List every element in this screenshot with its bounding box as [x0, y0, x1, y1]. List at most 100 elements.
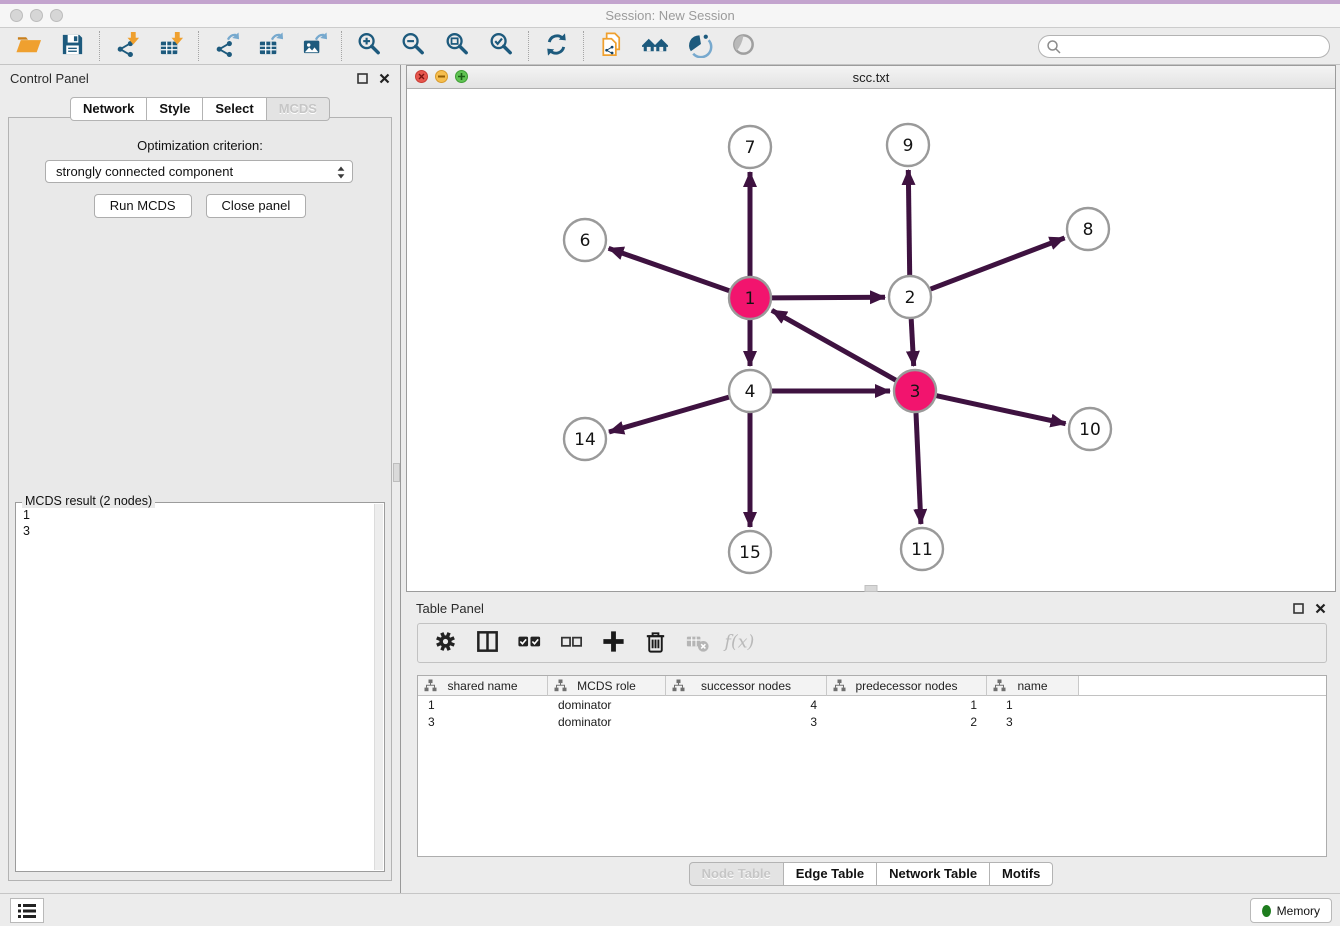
- zoom-selected-icon: [488, 31, 515, 61]
- import-table-icon: [158, 31, 185, 61]
- cell-name: 1: [987, 698, 1079, 712]
- save-session-button[interactable]: [50, 30, 94, 63]
- tab-style[interactable]: Style: [147, 97, 203, 121]
- zoom-selected-button[interactable]: [479, 30, 523, 63]
- zoom-in-button[interactable]: [347, 30, 391, 63]
- task-history-button[interactable]: [10, 898, 44, 923]
- result-scrollbar[interactable]: [374, 504, 383, 870]
- close-panel-icon[interactable]: [379, 73, 390, 84]
- export-table-icon: [257, 31, 284, 61]
- zoom-out-button[interactable]: [391, 30, 435, 63]
- mcds-result-list: 13: [16, 505, 372, 871]
- node-label-4: 4: [745, 382, 756, 402]
- toolbar-separator: [198, 31, 199, 61]
- close-table-panel-icon[interactable]: [1315, 603, 1326, 614]
- memory-button[interactable]: Memory: [1250, 898, 1332, 923]
- cell-shared-name: 3: [418, 715, 548, 729]
- status-bar: Memory: [0, 893, 1340, 926]
- edge-2-8[interactable]: [931, 238, 1065, 289]
- import-network-button[interactable]: [105, 30, 149, 63]
- edge-3-11[interactable]: [916, 413, 921, 524]
- toolbar-separator: [99, 31, 100, 61]
- uncheck-pair-icon: [558, 628, 585, 658]
- new-network-from-selection-button[interactable]: [589, 30, 633, 63]
- search-input[interactable]: [1065, 37, 1319, 56]
- show-column-button[interactable]: [474, 630, 501, 657]
- network-window-titlebar[interactable]: scc.txt: [407, 66, 1335, 89]
- zoom-fit-button[interactable]: [435, 30, 479, 63]
- save-icon: [59, 31, 86, 61]
- node-label-6: 6: [580, 231, 591, 251]
- style-button[interactable]: [677, 30, 721, 63]
- node-label-3: 3: [910, 382, 921, 402]
- network-canvas[interactable]: 7968124314101511: [407, 90, 1335, 591]
- tab-network[interactable]: Network: [70, 97, 147, 121]
- float-table-panel-icon[interactable]: [1293, 603, 1304, 614]
- column-header-MCDS-role[interactable]: MCDS role: [548, 676, 666, 696]
- deselect-all-rows-button[interactable]: [558, 630, 585, 657]
- criterion-select[interactable]: strongly connected component: [45, 160, 353, 183]
- splitter-handle[interactable]: [393, 463, 400, 482]
- network-graph[interactable]: 7968124314101511: [407, 90, 1335, 592]
- node-label-9: 9: [903, 136, 914, 156]
- network-resize-handle[interactable]: [865, 585, 878, 592]
- open-session-button[interactable]: [6, 30, 50, 63]
- column-header-name[interactable]: name: [987, 676, 1079, 696]
- cell-shared-name: 1: [418, 698, 548, 712]
- column-tree-icon: [672, 679, 685, 695]
- desktop-accent-strip: [0, 0, 1340, 4]
- tab-select[interactable]: Select: [203, 97, 266, 121]
- eye-icon: [730, 31, 757, 61]
- run-mcds-button[interactable]: Run MCDS: [94, 194, 192, 218]
- tab-motifs[interactable]: Motifs: [990, 862, 1053, 886]
- cell-predecessor-nodes: 2: [827, 715, 987, 729]
- select-all-rows-button[interactable]: [516, 630, 543, 657]
- first-neighbors-button[interactable]: [633, 30, 677, 63]
- toolbar-separator: [583, 31, 584, 61]
- export-network-icon: [213, 31, 240, 61]
- tab-network-table[interactable]: Network Table: [877, 862, 990, 886]
- tab-edge-table[interactable]: Edge Table: [784, 862, 877, 886]
- show-graphics-details-button[interactable]: [721, 30, 765, 63]
- table-row[interactable]: 1dominator411: [418, 697, 1326, 713]
- tab-node-table[interactable]: Node Table: [689, 862, 784, 886]
- edge-1-2[interactable]: [772, 297, 885, 298]
- edge-1-6[interactable]: [609, 248, 730, 290]
- zoom-in-icon: [356, 31, 383, 61]
- main-toolbar: [0, 28, 1340, 65]
- table-header-row: shared nameMCDS rolesuccessor nodesprede…: [418, 676, 1326, 696]
- network-window-title: scc.txt: [407, 70, 1335, 85]
- edge-2-9[interactable]: [908, 170, 909, 275]
- table-row[interactable]: 3dominator323: [418, 714, 1326, 730]
- node-label-1: 1: [745, 289, 756, 309]
- import-table-button[interactable]: [149, 30, 193, 63]
- export-network-button[interactable]: [204, 30, 248, 63]
- tab-mcds[interactable]: MCDS: [267, 97, 330, 121]
- plus-icon: [600, 628, 627, 658]
- home-pair-icon: [642, 31, 669, 61]
- column-header-predecessor-nodes[interactable]: predecessor nodes: [827, 676, 987, 696]
- mcds-result-item: 3: [23, 523, 365, 539]
- export-image-button[interactable]: [292, 30, 336, 63]
- add-column-button[interactable]: [600, 630, 627, 657]
- float-panel-icon[interactable]: [357, 73, 368, 84]
- edge-3-1[interactable]: [772, 310, 896, 380]
- delete-table-button: [684, 630, 711, 657]
- column-header-successor-nodes[interactable]: successor nodes: [666, 676, 827, 696]
- node-label-15: 15: [739, 543, 761, 563]
- edge-3-10[interactable]: [937, 396, 1066, 424]
- apply-layout-button[interactable]: [534, 30, 578, 63]
- column-header-shared-name[interactable]: shared name: [418, 676, 548, 696]
- delete-column-button[interactable]: [642, 630, 669, 657]
- edge-2-3[interactable]: [911, 319, 914, 366]
- edge-4-14[interactable]: [609, 397, 729, 432]
- table-tabs: Node TableEdge TableNetwork TableMotifs: [406, 862, 1336, 886]
- export-image-icon: [301, 31, 328, 61]
- node-label-2: 2: [905, 288, 916, 308]
- toolbar-buttons: [6, 30, 765, 63]
- export-table-button[interactable]: [248, 30, 292, 63]
- table-settings-button[interactable]: [432, 630, 459, 657]
- list-icon: [17, 903, 37, 919]
- memory-label: Memory: [1277, 904, 1320, 918]
- close-panel-button[interactable]: Close panel: [206, 194, 307, 218]
